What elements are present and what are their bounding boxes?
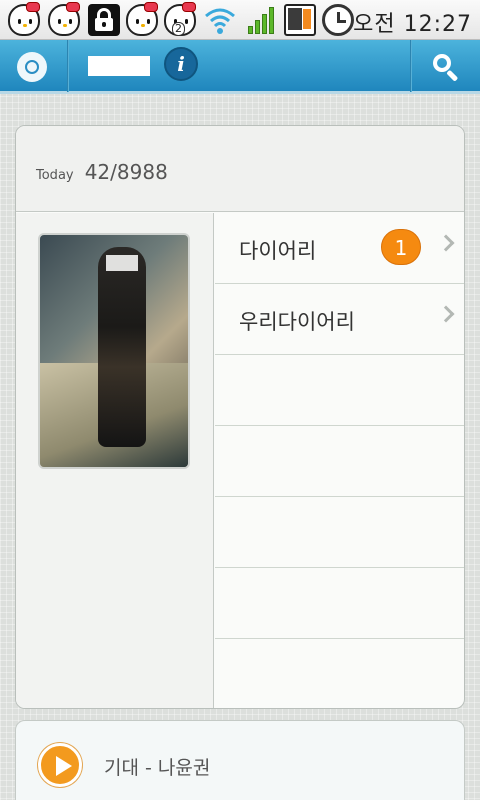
play-button[interactable] bbox=[38, 743, 82, 787]
hello-kitty-icon bbox=[8, 2, 40, 36]
status-bar: 2 오전 12:27 bbox=[0, 0, 480, 40]
battery-icon bbox=[284, 4, 316, 36]
clock-icon bbox=[322, 4, 354, 36]
menu-item-label: 다이어리 bbox=[239, 239, 317, 263]
signal-icon bbox=[248, 4, 280, 36]
list-item bbox=[215, 426, 464, 497]
status-time: 오전 12:27 bbox=[353, 12, 472, 37]
menu-item-diary[interactable]: 다이어리 1 bbox=[215, 213, 464, 284]
today-label: Today bbox=[36, 168, 74, 183]
profile-panel: + bbox=[16, 213, 214, 708]
list-item bbox=[215, 568, 464, 639]
hello-kitty-icon: 2 bbox=[164, 2, 196, 36]
notification-count-badge: 2 bbox=[172, 22, 185, 36]
header-divider bbox=[67, 40, 69, 92]
menu-item-our-diary[interactable]: 우리다이어리 bbox=[215, 284, 464, 355]
menu-icon[interactable] bbox=[17, 52, 47, 82]
menu-item-label: 우리다이어리 bbox=[239, 310, 355, 334]
header-divider bbox=[410, 40, 412, 92]
page-title bbox=[88, 56, 150, 76]
info-button[interactable]: i bbox=[164, 47, 198, 81]
list-item bbox=[215, 497, 464, 568]
lock-icon bbox=[88, 4, 120, 36]
chevron-right-icon bbox=[437, 305, 455, 323]
song-title: 기대 - 나윤권 bbox=[104, 757, 211, 779]
new-count-badge: 1 bbox=[381, 229, 421, 265]
chevron-right-icon bbox=[437, 234, 455, 252]
today-count: 42/8988 bbox=[84, 160, 168, 184]
profile-card: Today 42/8988 + 다이어리 1 우리다이어리 bbox=[15, 125, 465, 709]
visitor-counter: Today 42/8988 bbox=[16, 126, 464, 212]
profile-photo[interactable] bbox=[38, 233, 190, 469]
hello-kitty-icon bbox=[126, 2, 158, 36]
menu-list: 다이어리 1 우리다이어리 bbox=[215, 213, 464, 708]
hello-kitty-icon bbox=[48, 2, 80, 36]
list-item bbox=[215, 639, 464, 708]
wifi-icon bbox=[205, 8, 235, 34]
list-item bbox=[215, 355, 464, 426]
search-button[interactable] bbox=[431, 52, 461, 82]
app-header bbox=[0, 40, 480, 94]
bgm-player: 기대 - 나윤권 bbox=[15, 720, 465, 800]
